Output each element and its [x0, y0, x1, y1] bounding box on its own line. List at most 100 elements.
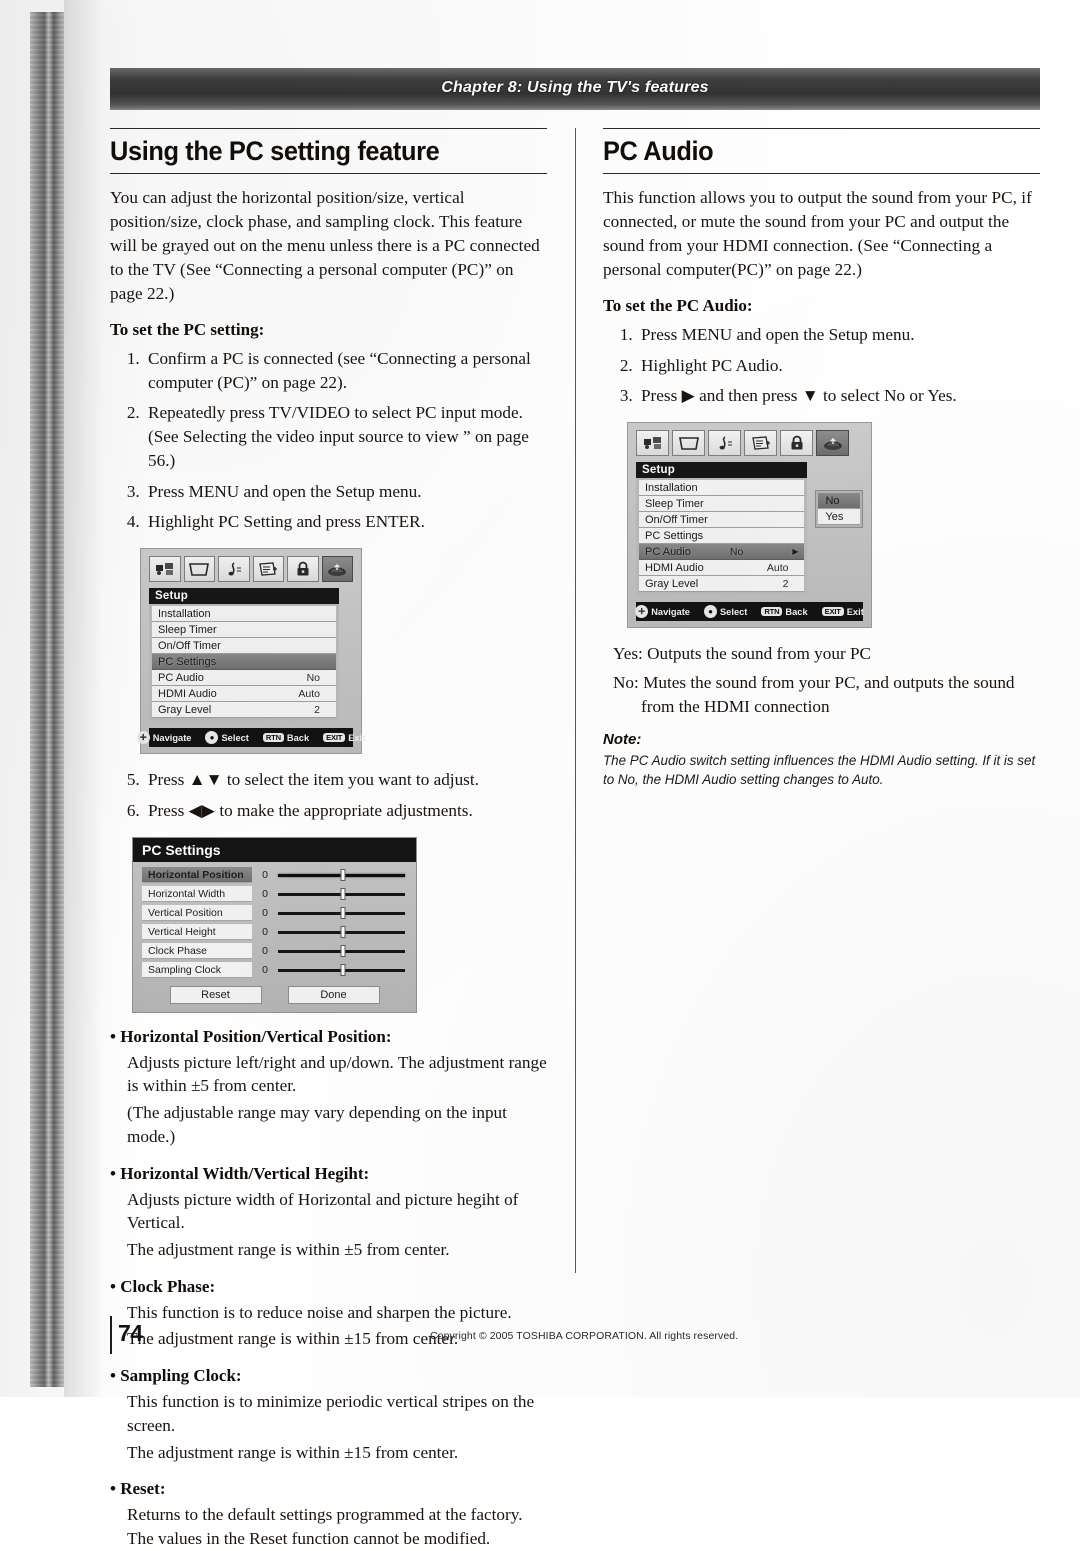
- osd-menu-left: Setup Installation Sleep Timer On/Off Ti…: [149, 588, 339, 722]
- pc-settings-title: PC Settings: [133, 837, 416, 862]
- heading-rule-top: [110, 128, 547, 129]
- osd-nav-bar-left: ✛ Navigate ● Select RTN Back EXIT Exit: [136, 728, 365, 748]
- slider-thumb[interactable]: [340, 926, 345, 939]
- osd-item-hdmi-audio[interactable]: HDMI Audio Auto: [639, 560, 805, 577]
- osd-item-pc-audio[interactable]: PC Audio No ▶: [639, 544, 805, 561]
- no-description: No: Mutes the sound from your PC, and ou…: [603, 671, 1040, 719]
- pcs-row-vertical-position[interactable]: Vertical Position 0: [142, 905, 407, 922]
- nav-navigate[interactable]: ✛ Navigate: [136, 731, 192, 745]
- copyright-notice: Copyright © 2005 TOSHIBA CORPORATION. Al…: [430, 1330, 739, 1342]
- rtn-key-icon: RTN: [761, 607, 783, 617]
- heading-rule-top: [603, 128, 1040, 129]
- definition-line: Returns to the default settings programm…: [127, 1505, 523, 1549]
- done-button[interactable]: Done: [287, 985, 380, 1004]
- nav-select[interactable]: ● Select: [205, 731, 249, 745]
- pcs-value: 0: [262, 888, 268, 901]
- pcs-slider[interactable]: [278, 867, 407, 883]
- list-item: Highlight PC Audio.: [637, 354, 1040, 378]
- pcs-row-vertical-height[interactable]: Vertical Height 0: [142, 924, 407, 941]
- osd-item-pc-audio[interactable]: PC Audio No: [152, 670, 336, 687]
- osd-item-value: Auto: [766, 561, 789, 574]
- exit-key-icon: EXIT: [821, 607, 844, 617]
- right-subhead: To set the PC Audio:: [603, 295, 753, 315]
- osd-item-installation[interactable]: Installation: [639, 480, 805, 497]
- left-lead-paragraph: You can adjust the horizontal position/s…: [110, 187, 540, 303]
- osd-item-gray-level[interactable]: Gray Level 2: [639, 576, 805, 593]
- osd-item-label: PC Settings: [645, 529, 704, 542]
- osd-menu-right: Setup Installation Sleep Timer On/Off Ti…: [636, 462, 808, 596]
- osd-item-sleep-timer[interactable]: Sleep Timer: [639, 496, 805, 513]
- right-column: PC Audio This function allows you to out…: [585, 128, 1040, 1308]
- book-spine-artifact: [30, 12, 64, 1387]
- nav-label: Back: [785, 606, 808, 617]
- osd-item-installation[interactable]: Installation: [152, 606, 336, 623]
- pcs-row-sampling-clock[interactable]: Sampling Clock 0: [142, 962, 407, 979]
- definition-sampling-clock: Sampling Clock: This function is to mini…: [110, 1366, 547, 1464]
- left-steps-list: Confirm a PC is connected (see “Connecti…: [110, 347, 547, 534]
- nav-back[interactable]: RTN Back: [262, 733, 309, 743]
- pcs-slider[interactable]: [278, 924, 407, 940]
- enter-icon: ●: [205, 731, 219, 745]
- nav-label: Navigate: [152, 732, 192, 743]
- osd-item-label: Installation: [158, 607, 211, 620]
- heading-rule-bottom: [603, 172, 1040, 174]
- pcs-slider[interactable]: [278, 962, 407, 978]
- column-divider-line: [574, 128, 576, 1273]
- osd-item-label: Sleep Timer: [158, 623, 217, 636]
- page-footer: 74 Copyright © 2005 TOSHIBA CORPORATION.…: [110, 1316, 1040, 1362]
- document-page: Chapter 8: Using the TV's features Using…: [104, 0, 1056, 1548]
- reset-button[interactable]: Reset: [169, 985, 262, 1004]
- pcs-label: Vertical Height: [142, 924, 252, 941]
- slider-thumb[interactable]: [340, 869, 345, 882]
- osd-item-pc-settings[interactable]: PC Settings: [639, 528, 805, 545]
- option-no[interactable]: No: [818, 493, 860, 510]
- osd-menu-title-left: Setup: [149, 588, 339, 605]
- definition-list: Horizontal Position/Vertical Position: A…: [110, 1027, 547, 1551]
- right-heading-block: PC Audio: [603, 128, 1040, 174]
- nav-navigate[interactable]: ✛ Navigate: [635, 605, 690, 619]
- right-steps-list: Press MENU and open the Setup menu. High…: [603, 323, 1040, 408]
- pcs-label: Vertical Position: [142, 905, 252, 922]
- pcs-label: Horizontal Position: [142, 867, 252, 884]
- osd-body-right: Setup Installation Sleep Timer On/Off Ti…: [636, 462, 863, 596]
- osd-item-label: Gray Level: [645, 577, 699, 590]
- pcs-slider[interactable]: [278, 905, 407, 921]
- no-description-line2: from the HDMI connection: [641, 697, 830, 717]
- nav-exit[interactable]: EXIT Exit: [323, 733, 365, 743]
- nav-label: Exit: [348, 732, 366, 743]
- slider-thumb[interactable]: [340, 888, 345, 901]
- nav-exit[interactable]: EXIT Exit: [821, 606, 864, 617]
- pcs-slider[interactable]: [278, 886, 407, 902]
- nav-label: Select: [221, 732, 249, 743]
- osd-item-onoff-timer[interactable]: On/Off Timer: [639, 512, 805, 529]
- slider-thumb[interactable]: [340, 945, 345, 958]
- pcs-value: 0: [262, 964, 268, 977]
- osd-item-pc-settings[interactable]: PC Settings: [152, 654, 336, 671]
- osd-item-onoff-timer[interactable]: On/Off Timer: [152, 638, 336, 655]
- chevron-right-icon: ▶: [792, 547, 799, 557]
- definition-term: Clock Phase:: [110, 1277, 547, 1297]
- osd-item-sleep-timer[interactable]: Sleep Timer: [152, 622, 336, 639]
- option-yes[interactable]: Yes: [818, 509, 860, 526]
- nav-back[interactable]: RTN Back: [761, 606, 808, 617]
- antenna-icon: [636, 430, 669, 457]
- music-note-icon: [218, 556, 250, 583]
- nav-label: Exit: [846, 606, 864, 617]
- chapter-header-band: Chapter 8: Using the TV's features: [110, 68, 1040, 110]
- nav-label: Navigate: [651, 606, 690, 617]
- page-number-rule: [110, 1316, 112, 1354]
- figure-setup-menu-left: Setup Installation Sleep Timer On/Off Ti…: [136, 548, 547, 755]
- pcs-row-horizontal-position[interactable]: Horizontal Position 0: [142, 867, 407, 884]
- slider-thumb[interactable]: [340, 907, 345, 920]
- pcs-row-clock-phase[interactable]: Clock Phase 0: [142, 943, 407, 960]
- note-heading: Note:: [603, 731, 642, 749]
- pcs-slider[interactable]: [278, 943, 407, 959]
- pcs-row-horizontal-width[interactable]: Horizontal Width 0: [142, 886, 407, 903]
- osd-item-hdmi-audio[interactable]: HDMI Audio Auto: [152, 686, 336, 703]
- screen-icon: [183, 556, 215, 583]
- definition-line: This function is to minimize periodic ve…: [127, 1392, 535, 1435]
- slider-thumb[interactable]: [340, 964, 345, 977]
- osd-item-gray-level[interactable]: Gray Level 2: [152, 702, 336, 719]
- setup-wrench-icon: [321, 556, 353, 583]
- nav-select[interactable]: ● Select: [703, 605, 747, 619]
